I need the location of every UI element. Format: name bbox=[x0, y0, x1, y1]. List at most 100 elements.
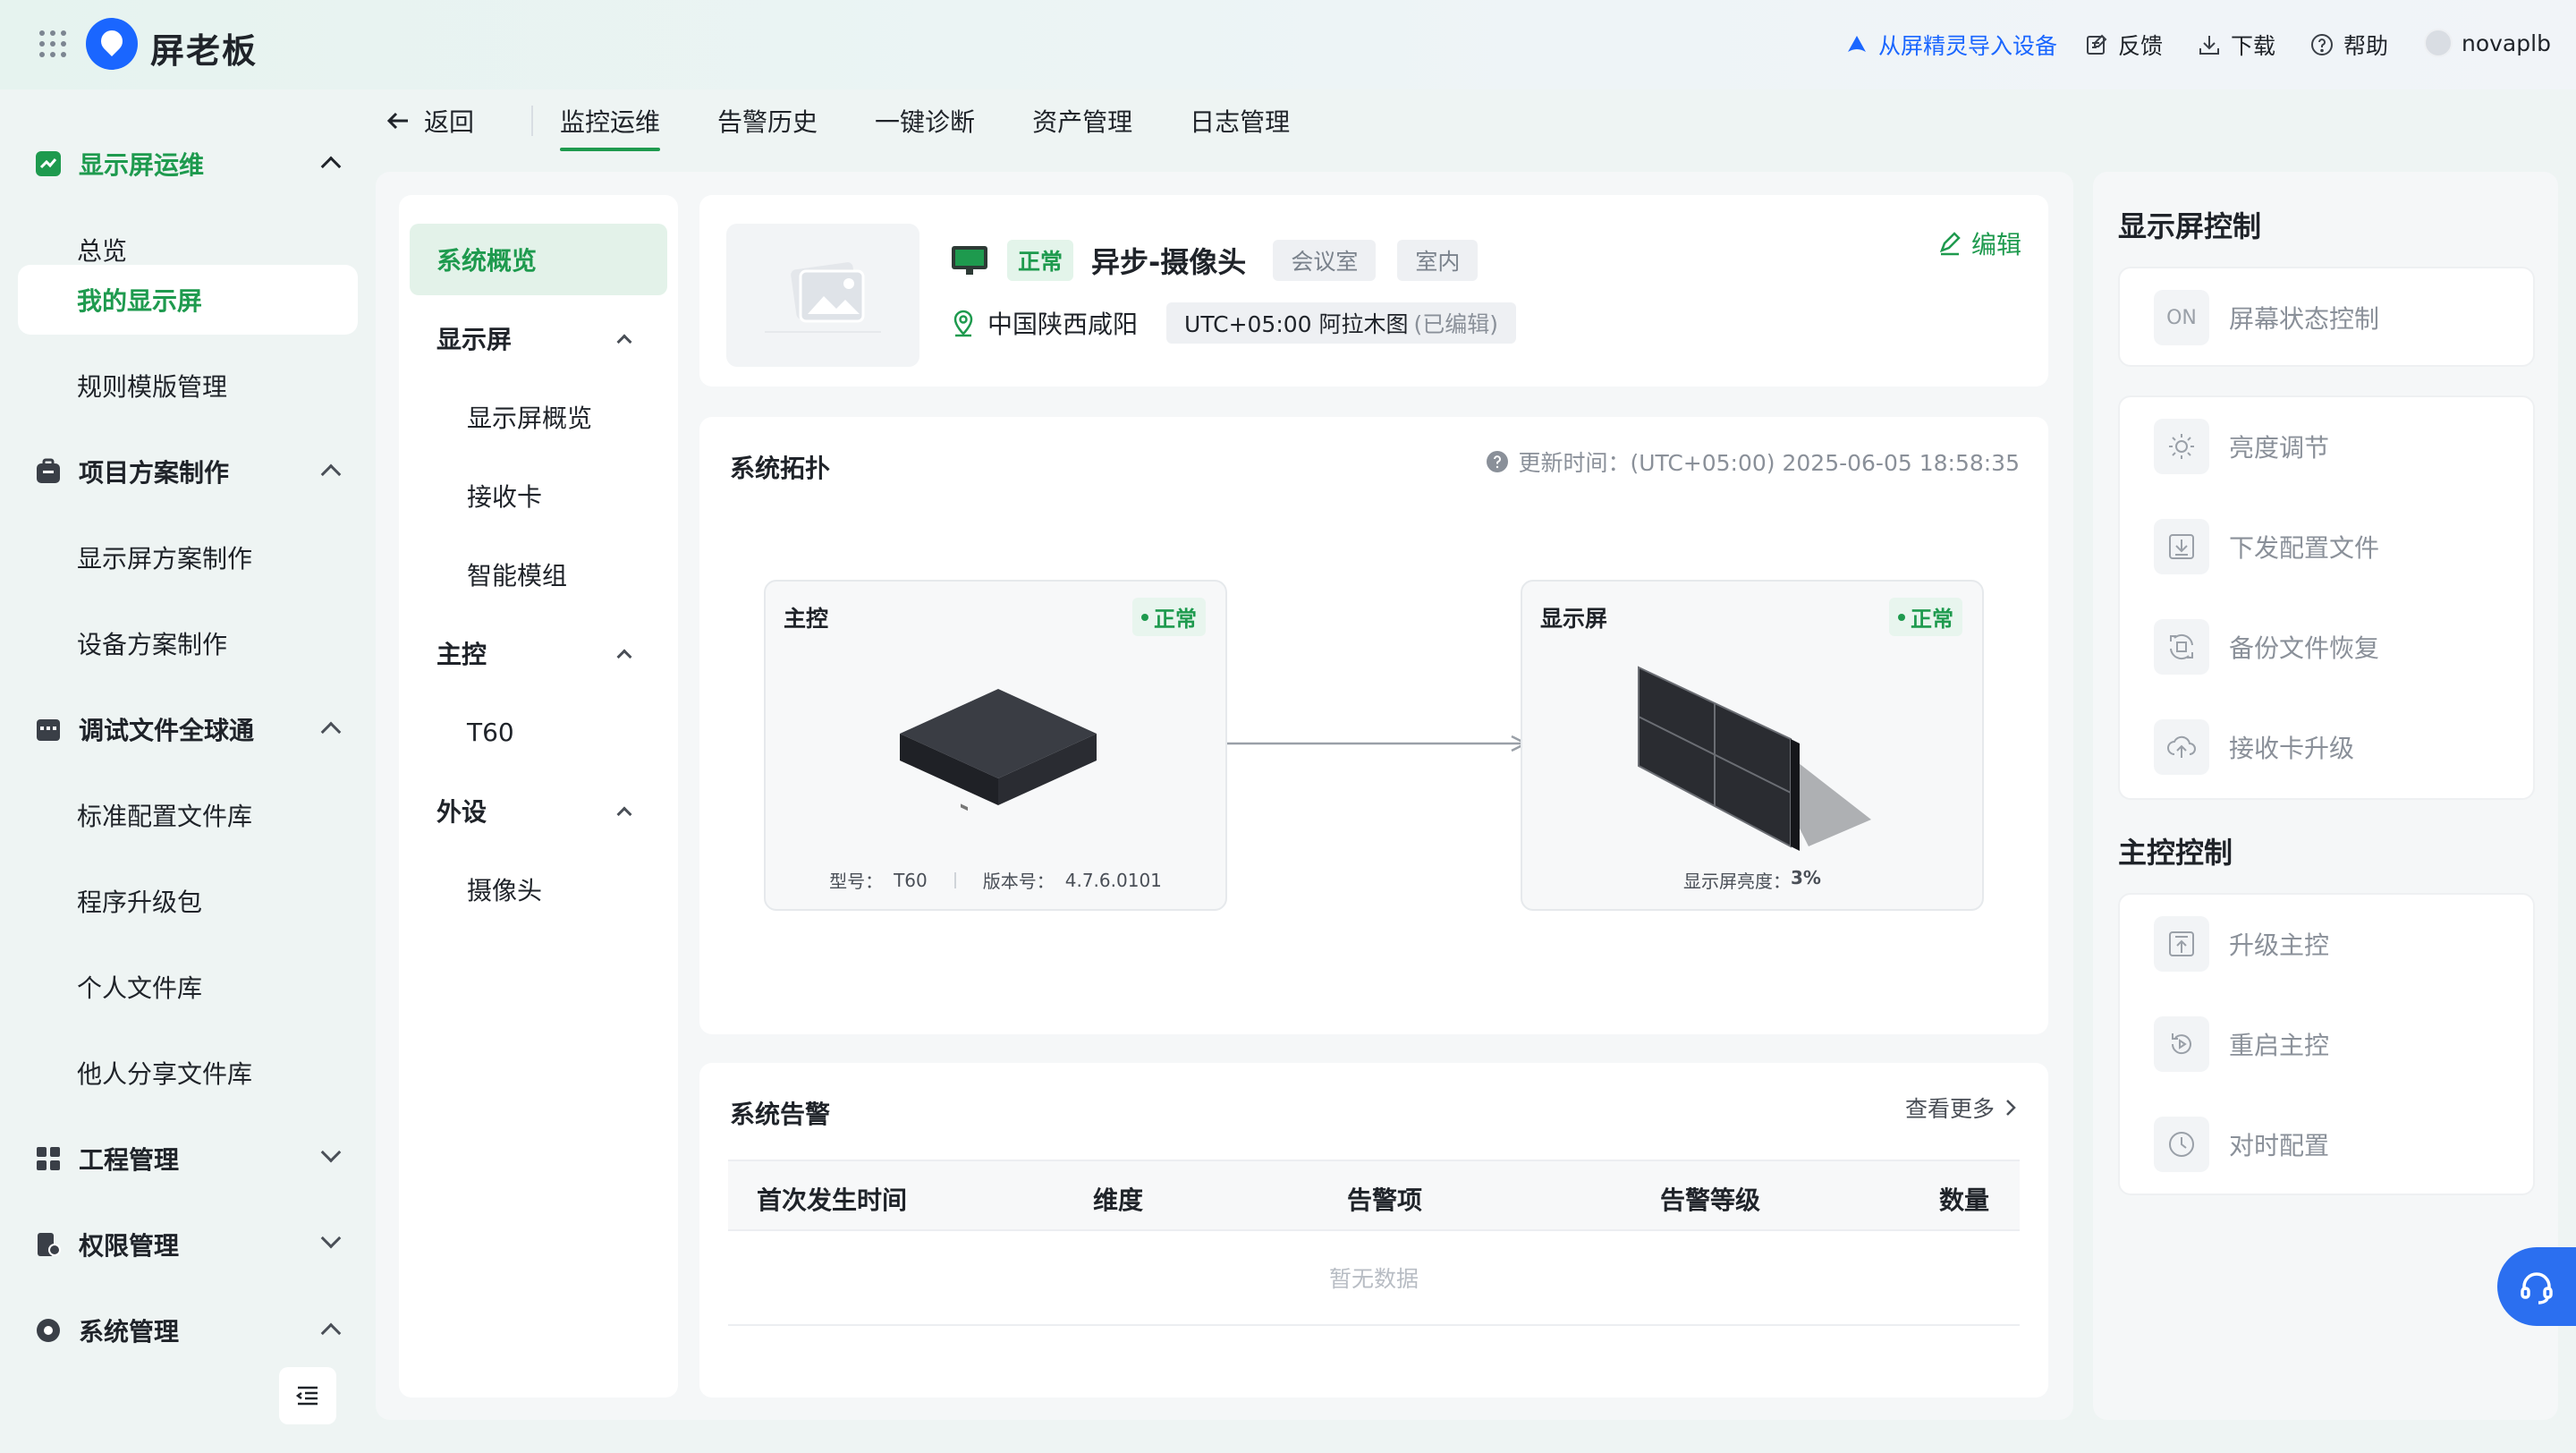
screen-state-control[interactable]: ON 屏幕状态控制 bbox=[2154, 286, 2379, 349]
download-button[interactable]: 下载 bbox=[2197, 29, 2275, 61]
image-placeholder-icon bbox=[765, 262, 881, 333]
column-dimension: 维度 bbox=[1093, 1185, 1144, 1215]
tab-divider bbox=[531, 106, 534, 136]
chart-icon bbox=[36, 151, 61, 176]
sidebar-group-permissions[interactable]: 权限管理 bbox=[18, 1210, 358, 1279]
feedback-button[interactable]: 反馈 bbox=[2084, 29, 2163, 61]
download-icon bbox=[2199, 36, 2219, 55]
column-first-time: 首次发生时间 bbox=[757, 1185, 908, 1215]
sidebar-item-upgrade-packages[interactable]: 程序升级包 bbox=[18, 866, 358, 936]
topology-connection-arrow bbox=[1227, 735, 1529, 752]
screen-state-card: ON 屏幕状态控制 bbox=[2118, 267, 2535, 367]
view-more-link[interactable]: 查看更多 bbox=[1905, 1092, 2018, 1124]
display-screen-icon bbox=[952, 246, 987, 275]
device-name: 异步-摄像头 bbox=[1091, 245, 1247, 279]
import-devices-link[interactable]: 从屏精灵导入设备 bbox=[1844, 29, 2057, 61]
subnav-display-overview[interactable]: 显示屏概览 bbox=[410, 381, 667, 453]
help-button[interactable]: 帮助 bbox=[2309, 29, 2388, 61]
subnav-system-overview[interactable]: 系统概览 bbox=[410, 224, 667, 295]
sidebar-item-personal-files[interactable]: 个人文件库 bbox=[18, 952, 358, 1022]
tag-meeting-room: 会议室 bbox=[1273, 240, 1377, 281]
upgrade-controller[interactable]: 升级主控 bbox=[2154, 913, 2329, 975]
sidebar-group-engineering[interactable]: 工程管理 bbox=[18, 1124, 358, 1194]
time-sync-config[interactable]: 对时配置 bbox=[2154, 1113, 2329, 1176]
restart-icon bbox=[2171, 1033, 2191, 1055]
edit-button[interactable]: 编辑 bbox=[1937, 225, 2021, 261]
sidebar-item-device-plan[interactable]: 设备方案制作 bbox=[18, 608, 358, 678]
subnav-camera[interactable]: 摄像头 bbox=[410, 854, 667, 925]
question-circle-icon bbox=[1487, 451, 1509, 472]
sidebar-group-debug-files[interactable]: 调试文件全球通 bbox=[18, 694, 358, 764]
back-button[interactable]: 返回 bbox=[385, 94, 474, 148]
timezone-tag: UTC+05:00 阿拉木图 (已编辑) bbox=[1166, 302, 1517, 344]
chevron-down-icon bbox=[320, 1228, 342, 1249]
settings-icon bbox=[37, 1319, 60, 1342]
controller-control-title: 主控控制 bbox=[2118, 836, 2233, 870]
app-grid-icon[interactable] bbox=[39, 30, 66, 57]
sidebar-item-rule-templates[interactable]: 规则模版管理 bbox=[18, 351, 358, 421]
led-screen-icon bbox=[1638, 666, 1871, 851]
sidebar-group-project-plan[interactable]: 项目方案制作 bbox=[18, 437, 358, 506]
sidebar-group-display-ops[interactable]: 显示屏运维 bbox=[18, 129, 358, 199]
user-menu[interactable]: novaplb bbox=[2424, 29, 2551, 57]
customer-support-button[interactable] bbox=[2497, 1247, 2576, 1326]
brightness-control[interactable]: 亮度调节 bbox=[2154, 415, 2329, 478]
chevron-up-icon bbox=[616, 649, 632, 665]
subnav-receiving-card[interactable]: 接收卡 bbox=[410, 460, 667, 531]
briefcase-icon bbox=[37, 458, 60, 483]
top-tabs: 返回 监控运维 告警历史 一键诊断 资产管理 日志管理 bbox=[385, 89, 1347, 152]
help-icon bbox=[2311, 34, 2333, 55]
receiving-card-upgrade[interactable]: 接收卡升级 bbox=[2154, 716, 2354, 778]
brand-name: 屏老板 bbox=[150, 31, 258, 71]
tab-monitoring[interactable]: 监控运维 bbox=[560, 94, 661, 151]
tab-logs[interactable]: 日志管理 bbox=[1190, 94, 1290, 148]
tab-assets[interactable]: 资产管理 bbox=[1032, 94, 1132, 148]
feedback-icon bbox=[2087, 34, 2107, 55]
subnav-group-controller[interactable]: 主控 bbox=[410, 617, 667, 689]
subnav-controller-t60[interactable]: T60 bbox=[410, 696, 667, 768]
sidebar-item-display-plan[interactable]: 显示屏方案制作 bbox=[18, 523, 358, 592]
sidebar: 显示屏运维 总览 我的显示屏 规则模版管理 项目方案制作 显示屏方案制作 设备方… bbox=[0, 89, 376, 1453]
alarms-table-header: 首次发生时间 维度 告警项 告警等级 数量 bbox=[728, 1160, 2020, 1231]
subnav-group-peripherals[interactable]: 外设 bbox=[410, 775, 667, 846]
clock-icon bbox=[2169, 1132, 2194, 1157]
controller-title: 主控 bbox=[784, 606, 829, 632]
controller-actions-card: 升级主控 重启主控 对时配置 bbox=[2118, 893, 2535, 1195]
sidebar-item-standard-config[interactable]: 标准配置文件库 bbox=[18, 780, 358, 850]
subnav-group-display[interactable]: 显示屏 bbox=[410, 302, 667, 374]
controller-node[interactable]: 主控 正常 型号： T60 版本号： 4.7.6.0101 bbox=[764, 580, 1227, 911]
sidebar-item-shared-files[interactable]: 他人分享文件库 bbox=[18, 1038, 358, 1108]
chevron-up-icon bbox=[320, 1322, 342, 1344]
empty-state: 暂无数据 bbox=[728, 1231, 2020, 1326]
controller-info: 型号： T60 版本号： 4.7.6.0101 bbox=[829, 869, 1162, 893]
upgrade-box-icon bbox=[2169, 931, 2194, 956]
chevron-up-icon bbox=[616, 806, 632, 822]
collapse-sidebar-button[interactable] bbox=[279, 1367, 336, 1424]
restore-icon bbox=[2170, 633, 2193, 660]
sidebar-group-system[interactable]: 系统管理 bbox=[18, 1296, 358, 1365]
subnav-smart-module[interactable]: 智能模组 bbox=[410, 539, 667, 610]
location-pin-icon bbox=[953, 310, 973, 337]
display-brightness: 显示屏亮度： 3% bbox=[1683, 867, 1821, 892]
display-node[interactable]: 显示屏 正常 显示屏亮度： 3% bbox=[1521, 580, 1984, 911]
device-location-row: 中国陕西咸阳 UTC+05:00 阿拉木图 (已编辑) bbox=[950, 302, 1517, 344]
chevron-up-icon bbox=[320, 721, 342, 743]
arrow-left-icon bbox=[386, 112, 408, 130]
screen-control-title: 显示屏控制 bbox=[2118, 209, 2262, 243]
display-title: 显示屏 bbox=[1540, 606, 1608, 632]
send-config-file[interactable]: 下发配置文件 bbox=[2154, 515, 2379, 578]
sidebar-item-my-displays[interactable]: 我的显示屏 bbox=[18, 265, 358, 335]
calendar-icon bbox=[37, 719, 60, 741]
on-badge-icon: ON bbox=[2154, 290, 2209, 345]
collapse-menu-icon bbox=[295, 1386, 318, 1406]
device-info-card: 正常 异步-摄像头 会议室 室内 中国陕西咸阳 UTC+05:00 阿拉木图 (已… bbox=[699, 195, 2048, 387]
restart-controller[interactable]: 重启主控 bbox=[2154, 1013, 2329, 1075]
permission-icon bbox=[38, 1233, 61, 1256]
tab-diagnosis[interactable]: 一键诊断 bbox=[875, 94, 975, 148]
control-panel: 显示屏控制 ON 屏幕状态控制 亮度调节 下发配置文件 备份文件恢复 接收卡升级… bbox=[2093, 172, 2558, 1420]
device-location: 中国陕西咸阳 bbox=[987, 310, 1139, 339]
headset-icon bbox=[2521, 1272, 2553, 1304]
controller-status: 正常 bbox=[1132, 598, 1206, 636]
tab-alarm-history[interactable]: 告警历史 bbox=[717, 94, 818, 148]
backup-restore[interactable]: 备份文件恢复 bbox=[2154, 616, 2379, 678]
